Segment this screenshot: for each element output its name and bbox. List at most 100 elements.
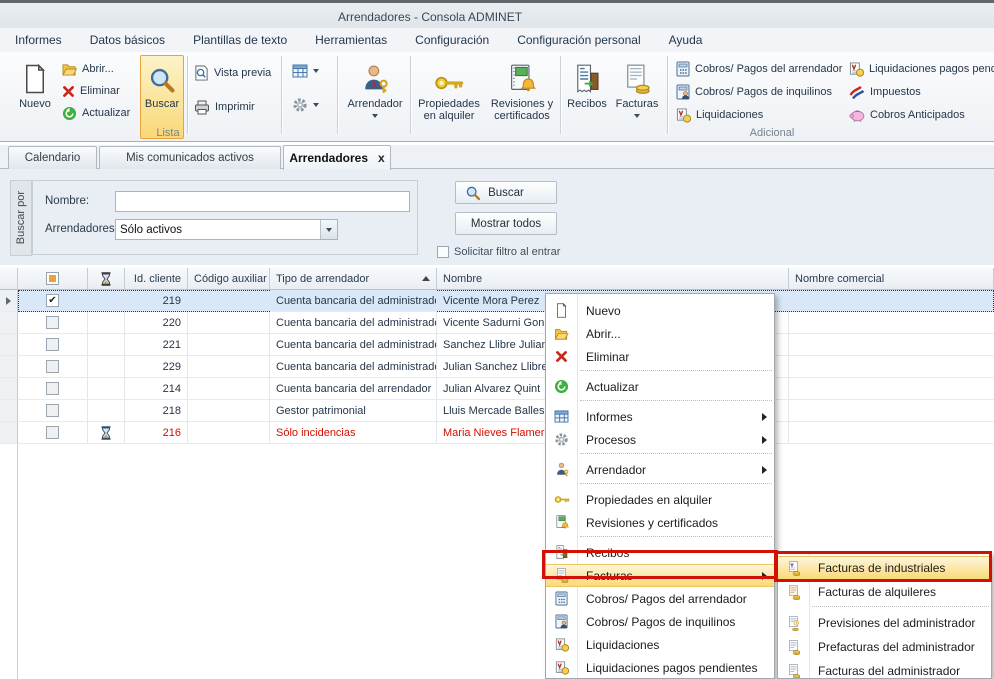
menu-informes[interactable]: Informes — [4, 30, 73, 50]
context-menu-item-facturas[interactable]: Facturas — [546, 564, 774, 587]
liquidaciones-button[interactable]: Liquidaciones — [676, 105, 763, 125]
cobros-pagos-arrendador-button[interactable]: Cobros/ Pagos del arrendador — [676, 59, 842, 79]
gear-icon — [546, 432, 577, 447]
header-hourglass-column[interactable] — [88, 268, 125, 290]
menu-herramientas[interactable]: Herramientas — [304, 30, 398, 50]
buscar-button[interactable]: Buscar — [455, 181, 557, 204]
search-panel: Buscar por Nombre: Arrendadores: Sólo ac… — [0, 169, 994, 265]
row-checkbox[interactable] — [46, 426, 59, 439]
menu-plantillas[interactable]: Plantillas de texto — [182, 30, 298, 50]
context-menu-item-arrendador[interactable]: Arrendador — [546, 458, 774, 481]
context-menu-item-revisiones[interactable]: Revisiones y certificados — [546, 511, 774, 534]
key-icon — [546, 494, 577, 505]
close-tab-icon[interactable]: x — [378, 151, 385, 165]
row-indicator — [0, 312, 18, 334]
recibos-button[interactable]: Recibos — [564, 55, 610, 139]
receipt-icon — [546, 545, 577, 560]
mostrar-todos-button[interactable]: Mostrar todos — [455, 212, 557, 235]
tab-mis-comunicados[interactable]: Mis comunicados activos — [99, 146, 281, 169]
open-folder-icon — [546, 327, 577, 340]
context-menu-item-liquidaciones-pendientes[interactable]: Liquidaciones pagos pendientes — [546, 656, 774, 679]
hourglass-icon — [100, 426, 112, 440]
preview-icon — [194, 65, 209, 81]
row-checkbox[interactable] — [46, 382, 59, 395]
invoice-icon — [623, 58, 651, 94]
invoice-admin-icon — [778, 664, 809, 679]
actualizar-button[interactable]: Actualizar — [62, 103, 130, 123]
row-checkbox[interactable] — [46, 360, 59, 373]
imprimir-button[interactable]: Imprimir — [194, 97, 255, 117]
context-menu-item-abrir[interactable]: Abrir... — [546, 322, 774, 345]
context-menu: Nuevo Abrir... Eliminar Actualizar Infor… — [545, 293, 775, 679]
submenu-item-previsiones-administrador[interactable]: Previsiones del administrador — [778, 611, 991, 635]
revisiones-button[interactable]: Revisiones y certificados — [485, 55, 559, 139]
context-menu-item-procesos[interactable]: Procesos — [546, 428, 774, 451]
impuestos-button[interactable]: Impuestos — [849, 82, 921, 102]
vista-previa-button[interactable]: Vista previa — [194, 63, 271, 83]
table-row[interactable]: 221 Cuenta bancaria del administrador Sa… — [0, 334, 994, 356]
table-row[interactable]: 220 Cuenta bancaria del administrador Vi… — [0, 312, 994, 334]
chevron-down-icon — [313, 103, 319, 107]
facturas-ribbon-button[interactable]: Facturas — [612, 55, 662, 139]
table-row[interactable]: 216 Sólo incidencias Maria Nieves Flamer — [0, 422, 994, 444]
table-row[interactable]: 219 Cuenta bancaria del administrador Vi… — [0, 290, 994, 312]
context-menu-item-recibos[interactable]: Recibos — [546, 541, 774, 564]
arrendador-button[interactable]: Arrendador — [342, 55, 408, 139]
table-row[interactable]: 229 Cuenta bancaria del administrador Ju… — [0, 356, 994, 378]
header-codigo-auxiliar[interactable]: Código auxiliar — [188, 268, 270, 290]
context-menu-item-cobros-inquilinos[interactable]: Cobros/ Pagos de inquilinos — [546, 610, 774, 633]
context-menu-item-liquidaciones[interactable]: Liquidaciones — [546, 633, 774, 656]
settlement-icon — [546, 661, 577, 675]
cobros-anticipados-button[interactable]: Cobros Anticipados — [849, 105, 965, 125]
layout-dropdown-button[interactable] — [292, 61, 319, 81]
context-menu-item-propiedades[interactable]: Propiedades en alquiler — [546, 488, 774, 511]
chevron-down-icon — [326, 228, 332, 232]
refresh-icon — [546, 379, 577, 394]
submenu-item-facturas-industriales[interactable]: Facturas de industriales — [778, 556, 991, 580]
table-icon — [292, 64, 308, 78]
delete-icon — [546, 350, 577, 363]
calculator-person-icon — [676, 84, 690, 100]
table-row[interactable]: 214 Cuenta bancaria del arrendador Julia… — [0, 378, 994, 400]
arrendadores-dropdown[interactable]: Sólo activos — [115, 219, 338, 240]
header-tipo-arrendador[interactable]: Tipo de arrendador — [270, 268, 437, 290]
current-row-arrow-icon — [6, 297, 11, 305]
menu-datos-basicos[interactable]: Datos básicos — [79, 30, 176, 50]
dropdown-arrow-button[interactable] — [320, 220, 337, 239]
liquidaciones-pendientes-button[interactable]: Liquidaciones pagos pendientes — [849, 59, 994, 79]
header-nombre-comercial[interactable]: Nombre comercial — [789, 268, 994, 290]
header-checkbox-column[interactable] — [18, 268, 88, 290]
new-document-icon — [23, 58, 47, 94]
nombre-input[interactable] — [115, 191, 410, 212]
solicitar-filtro-checkbox[interactable] — [437, 246, 449, 258]
submenu-item-prefacturas-administrador[interactable]: Prefacturas del administrador — [778, 635, 991, 659]
row-checkbox[interactable] — [46, 316, 59, 329]
cobros-pagos-inquilinos-button[interactable]: Cobros/ Pagos de inquilinos — [676, 82, 832, 102]
buscar-por-vertical-tab[interactable]: Buscar por — [10, 180, 32, 256]
row-indicator — [0, 422, 18, 444]
header-nombre[interactable]: Nombre — [437, 268, 789, 290]
table-row[interactable]: 218 Gestor patrimonial Lluis Mercade Bal… — [0, 400, 994, 422]
submenu-item-facturas-administrador[interactable]: Facturas del administrador — [778, 659, 991, 679]
landlord-icon — [361, 58, 389, 94]
row-checkbox[interactable] — [46, 338, 59, 351]
tab-arrendadores[interactable]: Arrendadores x — [283, 145, 391, 170]
header-id-cliente[interactable]: Id. cliente — [125, 268, 188, 290]
row-checkbox[interactable] — [46, 294, 59, 307]
context-menu-item-actualizar[interactable]: Actualizar — [546, 375, 774, 398]
menu-ayuda[interactable]: Ayuda — [658, 30, 714, 50]
row-checkbox[interactable] — [46, 404, 59, 417]
menu-configuracion-personal[interactable]: Configuración personal — [506, 30, 651, 50]
context-menu-item-informes[interactable]: Informes — [546, 405, 774, 428]
context-menu-item-eliminar[interactable]: Eliminar — [546, 345, 774, 368]
propiedades-en-alquiler-button[interactable]: Propiedades en alquiler — [413, 55, 485, 139]
tab-calendario[interactable]: Calendario — [8, 146, 97, 169]
ribbon: Nuevo Abrir... Eliminar Actualizar Busca… — [0, 52, 994, 142]
menu-configuracion[interactable]: Configuración — [404, 30, 500, 50]
submenu-item-facturas-alquileres[interactable]: Facturas de alquileres — [778, 580, 991, 604]
options-dropdown-button[interactable] — [292, 95, 319, 115]
context-menu-item-cobros-arrendador[interactable]: Cobros/ Pagos del arrendador — [546, 587, 774, 610]
abrir-button[interactable]: Abrir... — [62, 59, 114, 79]
context-menu-item-nuevo[interactable]: Nuevo — [546, 299, 774, 322]
eliminar-button[interactable]: Eliminar — [62, 81, 120, 101]
